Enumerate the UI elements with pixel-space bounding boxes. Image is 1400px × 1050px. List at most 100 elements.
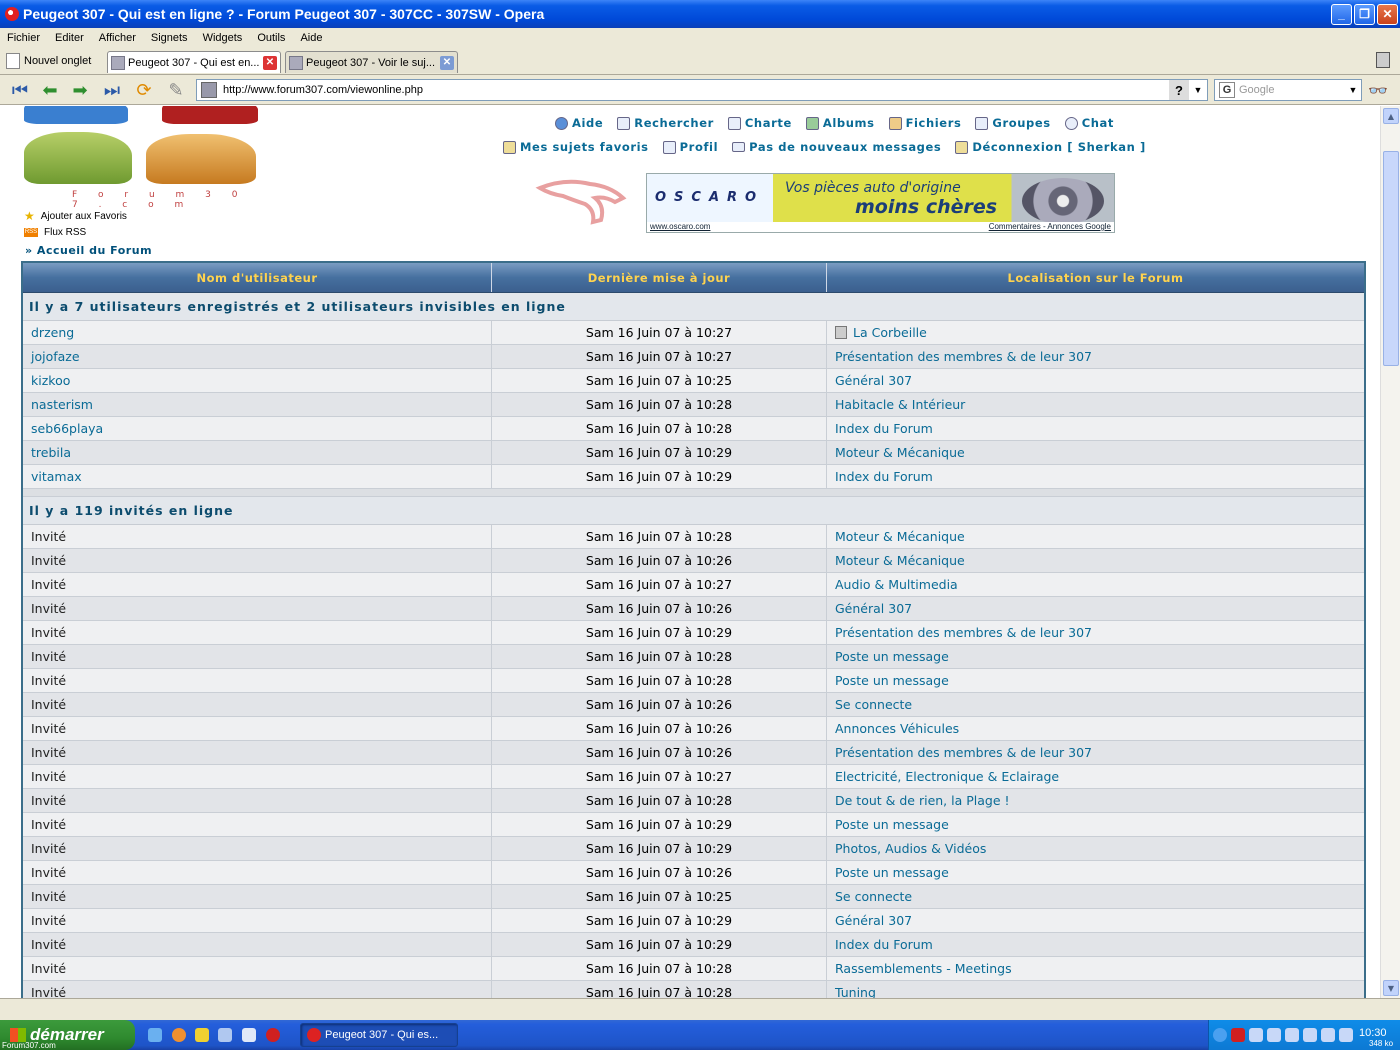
network-icon[interactable] <box>1303 1028 1317 1042</box>
quicklaunch-icon[interactable] <box>242 1028 256 1042</box>
username-link[interactable]: seb66playa <box>23 417 492 440</box>
scroll-thumb[interactable] <box>1383 151 1399 366</box>
nav-favorite-topics[interactable]: Mes sujets favoris <box>503 140 649 154</box>
username-link[interactable]: vitamax <box>23 465 492 488</box>
vertical-scrollbar[interactable]: ▲ ▼ <box>1380 106 1400 998</box>
location-link[interactable]: La Corbeille <box>853 325 927 340</box>
location-link[interactable]: Tuning <box>835 985 876 998</box>
nav-fichiers[interactable]: Fichiers <box>888 116 962 130</box>
location-link[interactable]: Moteur & Mécanique <box>835 529 965 544</box>
tray-icon[interactable] <box>1339 1028 1353 1042</box>
clock[interactable]: 10:30 <box>1359 1027 1387 1039</box>
username-link[interactable]: trebila <box>23 441 492 464</box>
help-button[interactable]: ? <box>1169 80 1189 100</box>
opera-icon[interactable] <box>266 1028 280 1042</box>
ad-feedback-link[interactable]: Commentaires - Annonces Google <box>989 222 1111 231</box>
menu-fichier[interactable]: Fichier <box>0 32 48 44</box>
location-link[interactable]: Poste un message <box>835 865 949 880</box>
rewind-icon[interactable]: ⏮ <box>8 80 32 101</box>
menu-aide[interactable]: Aide <box>293 32 330 44</box>
reload-icon[interactable]: ⟳ <box>132 80 156 101</box>
edit-icon[interactable]: ✎ <box>164 80 188 101</box>
forum-home-link[interactable]: » Accueil du Forum <box>25 244 152 257</box>
url-text[interactable]: http://www.forum307.com/viewonline.php <box>223 84 1169 96</box>
username-link[interactable]: kizkoo <box>23 369 492 392</box>
nav-aide[interactable]: Aide <box>555 116 603 130</box>
oscaro-ad-banner[interactable]: OSCARO Vos pièces auto d'origine moins c… <box>646 173 1115 233</box>
nav-messages[interactable]: Pas de nouveaux messages <box>732 140 941 154</box>
nav-charte[interactable]: Charte <box>727 116 792 130</box>
new-tab-button[interactable]: Nouvel onglet <box>6 51 91 71</box>
fast-forward-icon[interactable]: ⏭ <box>100 80 124 101</box>
chevron-down-icon[interactable]: ▼ <box>1189 80 1207 100</box>
taskbar-opera-window[interactable]: Peugeot 307 - Qui es... <box>300 1023 458 1047</box>
location-link[interactable]: Habitacle & Intérieur <box>835 397 965 412</box>
address-field[interactable]: http://www.forum307.com/viewonline.php ?… <box>196 79 1208 101</box>
location-link[interactable]: Index du Forum <box>835 421 933 436</box>
forum-logo[interactable]: F o r u m 3 0 7 . c o m <box>22 106 262 210</box>
rss-link[interactable]: RSS Flux RSS <box>24 224 127 240</box>
ad-url-link[interactable]: www.oscaro.com <box>650 222 710 231</box>
back-icon[interactable]: ⬅ <box>38 80 62 101</box>
minimize-button[interactable]: _ <box>1331 3 1352 25</box>
tray-icon[interactable] <box>1249 1028 1263 1042</box>
location-link[interactable]: Poste un message <box>835 649 949 664</box>
tab-viewonline[interactable]: Peugeot 307 - Qui est en... ✕ <box>107 51 281 73</box>
close-tab-icon[interactable]: ✕ <box>440 55 454 70</box>
chevron-down-icon[interactable]: ▼ <box>1345 80 1361 100</box>
menu-widgets[interactable]: Widgets <box>196 32 251 44</box>
close-button[interactable]: ✕ <box>1377 3 1398 25</box>
menu-afficher[interactable]: Afficher <box>92 32 144 44</box>
ie-icon[interactable] <box>148 1028 162 1042</box>
location-link[interactable]: Se connecte <box>835 697 912 712</box>
search-input[interactable]: G Google ▼ <box>1214 79 1362 101</box>
menu-editer[interactable]: Editer <box>48 32 92 44</box>
nav-albums[interactable]: Albums <box>805 116 875 130</box>
nav-chat[interactable]: Chat <box>1064 116 1114 130</box>
quicklaunch-icon[interactable] <box>218 1028 232 1042</box>
menu-outils[interactable]: Outils <box>250 32 293 44</box>
tray-arrow-icon[interactable] <box>1213 1028 1227 1042</box>
location-link[interactable]: Poste un message <box>835 673 949 688</box>
location-link[interactable]: Se connecte <box>835 889 912 904</box>
username-link[interactable]: nasterism <box>23 393 492 416</box>
location-link[interactable]: Electricité, Electronique & Eclairage <box>835 769 1059 784</box>
firefox-icon[interactable] <box>172 1028 186 1042</box>
forward-icon[interactable]: ➡ <box>68 80 92 101</box>
add-favorites-link[interactable]: ★ Ajouter aux Favoris <box>24 208 127 224</box>
tab-viewtopic[interactable]: Peugeot 307 - Voir le suj... ✕ <box>285 51 458 73</box>
username-link[interactable]: jojofaze <box>23 345 492 368</box>
tray-icon[interactable] <box>1321 1028 1335 1042</box>
location-link[interactable]: Poste un message <box>835 817 949 832</box>
close-tab-icon[interactable]: ✕ <box>263 55 277 70</box>
location-link[interactable]: Général 307 <box>835 373 912 388</box>
location-link[interactable]: Présentation des membres & de leur 307 <box>835 625 1092 640</box>
location-link[interactable]: Présentation des membres & de leur 307 <box>835 349 1092 364</box>
star-icon[interactable] <box>195 1028 209 1042</box>
location-link[interactable]: Moteur & Mécanique <box>835 553 965 568</box>
tray-icon[interactable] <box>1285 1028 1299 1042</box>
location-link[interactable]: Présentation des membres & de leur 307 <box>835 745 1092 760</box>
username-link[interactable]: drzeng <box>23 321 492 344</box>
location-link[interactable]: Audio & Multimedia <box>835 577 958 592</box>
trash-icon[interactable] <box>1376 52 1390 68</box>
glasses-icon[interactable]: 👓 <box>1368 81 1388 100</box>
nav-rechercher[interactable]: Rechercher <box>617 116 714 130</box>
maximize-button[interactable]: ❐ <box>1354 3 1375 25</box>
nav-groupes[interactable]: Groupes <box>975 116 1050 130</box>
nav-logout[interactable]: Déconnexion [ Sherkan ] <box>955 140 1146 154</box>
location-link[interactable]: Annonces Véhicules <box>835 721 959 736</box>
scroll-up-icon[interactable]: ▲ <box>1383 108 1399 124</box>
location-link[interactable]: Général 307 <box>835 913 912 928</box>
location-link[interactable]: Photos, Audios & Vidéos <box>835 841 986 856</box>
start-button[interactable]: démarrer Forum307.com <box>0 1020 135 1050</box>
menu-signets[interactable]: Signets <box>144 32 196 44</box>
scroll-down-icon[interactable]: ▼ <box>1383 980 1399 996</box>
location-link[interactable]: Index du Forum <box>835 937 933 952</box>
location-link[interactable]: Rassemblements - Meetings <box>835 961 1012 976</box>
tray-icon[interactable] <box>1267 1028 1281 1042</box>
location-link[interactable]: Général 307 <box>835 601 912 616</box>
location-link[interactable]: Moteur & Mécanique <box>835 445 965 460</box>
ati-icon[interactable] <box>1231 1028 1245 1042</box>
location-link[interactable]: Index du Forum <box>835 469 933 484</box>
